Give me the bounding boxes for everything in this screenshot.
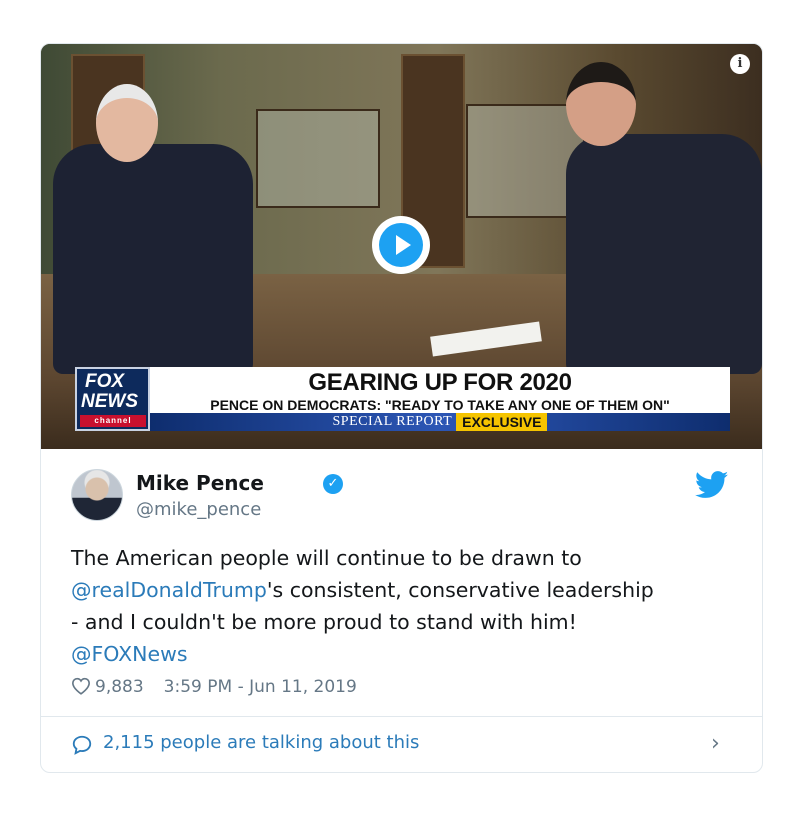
- play-button[interactable]: [372, 216, 430, 274]
- conversation-link[interactable]: 2,115 people are talking about this ›: [71, 731, 731, 759]
- divider: [41, 716, 762, 717]
- chyron-headline: GEARING UP FOR 2020: [308, 369, 572, 396]
- display-case: [256, 109, 380, 208]
- tweet-line: - and I couldn't be more proud to stand …: [71, 606, 741, 638]
- tweet-header: Mike Pence ✓ @mike_pence: [71, 469, 731, 525]
- info-icon[interactable]: i: [730, 54, 750, 74]
- logo-channel-text: channel: [80, 415, 146, 427]
- tweet-line: @realDonaldTrump's consistent, conservat…: [71, 574, 741, 606]
- tweet-text: The American people will continue to be …: [71, 542, 741, 670]
- chyron-show-name: SPECIAL REPORT: [332, 414, 453, 429]
- tweet-embed-card: i FOX NEWS channel GEARING UP FOR 2020 P…: [40, 43, 763, 773]
- fox-news-logo: FOX NEWS channel: [75, 367, 150, 431]
- chyron-subline: PENCE ON DEMOCRATS: "READY TO TAKE ANY O…: [210, 397, 670, 413]
- talking-count-text: 2,115 people are talking about this: [103, 732, 420, 753]
- verified-badge-icon: ✓: [323, 474, 343, 494]
- chyron-exclusive-badge: EXCLUSIVE: [456, 413, 548, 431]
- tweet-text-line2: 's consistent, conservative leadership: [266, 578, 654, 602]
- chevron-right-icon: ›: [711, 731, 720, 756]
- tweet-meta: 9,883 3:59 PM - Jun 11, 2019: [71, 677, 357, 697]
- twitter-bird-icon[interactable]: [695, 471, 729, 499]
- heart-icon[interactable]: [71, 677, 91, 695]
- logo-fox-text: FOX: [85, 371, 125, 392]
- chyron-strip: SPECIAL REPORT EXCLUSIVE: [150, 413, 730, 431]
- tweet-line: The American people will continue to be …: [71, 542, 741, 574]
- mention-foxnews[interactable]: @FOXNews: [71, 642, 188, 666]
- avatar[interactable]: [71, 469, 123, 521]
- tweet-line: @FOXNews: [71, 638, 741, 670]
- chyron-bar: GEARING UP FOR 2020 PENCE ON DEMOCRATS: …: [150, 367, 730, 431]
- author-name[interactable]: Mike Pence: [136, 471, 264, 495]
- tweet-text-line1: The American people will continue to be …: [71, 546, 582, 570]
- logo-news-text: NEWS: [81, 391, 138, 412]
- author-handle[interactable]: @mike_pence: [136, 499, 261, 520]
- tweet-text-line3: - and I couldn't be more proud to stand …: [71, 610, 577, 634]
- video-thumbnail[interactable]: i FOX NEWS channel GEARING UP FOR 2020 P…: [41, 44, 762, 449]
- comment-bubble-icon: [72, 735, 92, 755]
- mention-realdonaldtrump[interactable]: @realDonaldTrump: [71, 578, 267, 602]
- like-count[interactable]: 9,883: [95, 677, 144, 697]
- timestamp-link[interactable]: 3:59 PM - Jun 11, 2019: [164, 677, 357, 697]
- play-icon: [379, 223, 423, 267]
